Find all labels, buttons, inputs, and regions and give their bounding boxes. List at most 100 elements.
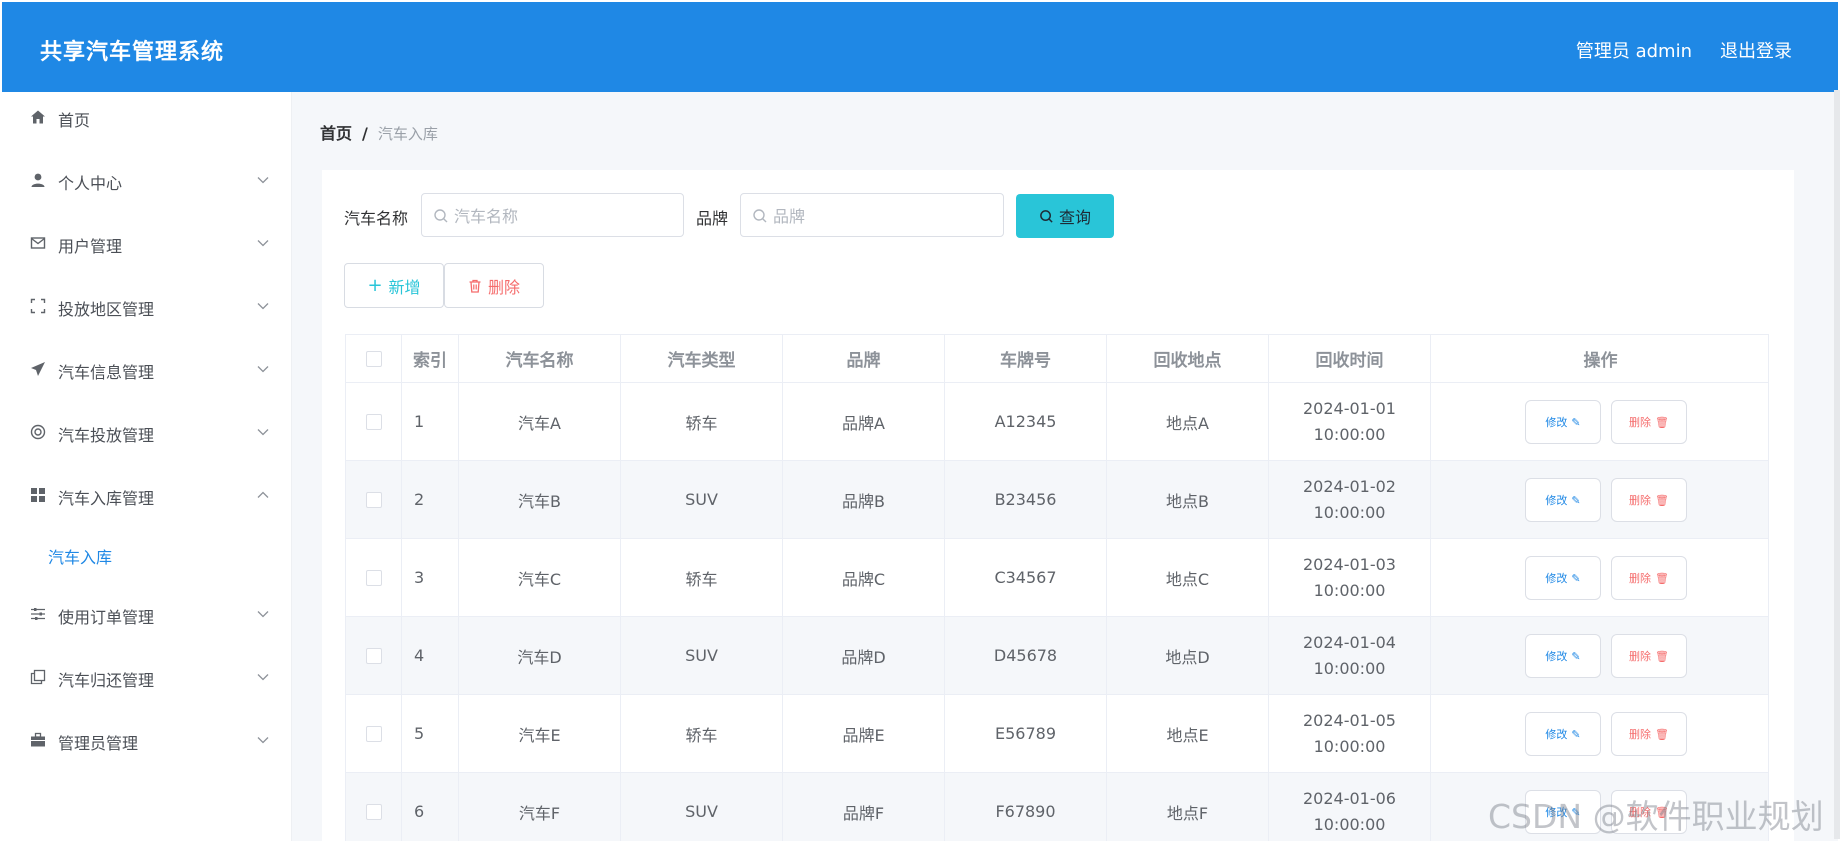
sidebar-item-label: 使用订单管理 bbox=[58, 608, 155, 627]
cell-index: 1 bbox=[402, 383, 459, 460]
grid-icon bbox=[29, 486, 47, 504]
sidebar-item-personal-center[interactable]: 个人中心 bbox=[2, 155, 292, 205]
row-checkbox[interactable] bbox=[365, 569, 382, 586]
chevron-down-icon bbox=[256, 669, 270, 683]
trash-icon: 🗑 bbox=[1655, 493, 1669, 507]
delete-button[interactable]: 删除 🗑 bbox=[1611, 400, 1687, 444]
column-header[interactable]: 回收时间 bbox=[1269, 335, 1431, 382]
select-all-cell bbox=[346, 335, 402, 382]
cell-location: 地点A bbox=[1107, 383, 1269, 460]
sidebar-item-car-info-management[interactable]: 汽车信息管理 bbox=[2, 344, 292, 394]
add-button[interactable]: + 新增 bbox=[344, 263, 444, 308]
row-checkbox[interactable] bbox=[365, 491, 382, 508]
edit-label: 修改 bbox=[1545, 650, 1568, 663]
sidebar-item-car-storage-management[interactable]: 汽车入库管理 bbox=[2, 470, 292, 520]
chevron-up-icon bbox=[256, 487, 270, 501]
search-button[interactable]: 查询 bbox=[1016, 194, 1114, 238]
edit-button[interactable]: 修改 ✎ bbox=[1525, 790, 1601, 834]
breadcrumb-home[interactable]: 首页 bbox=[320, 124, 352, 143]
sidebar-item-label: 投放地区管理 bbox=[58, 300, 155, 319]
cell-plate: F67890 bbox=[945, 773, 1107, 841]
edit-button[interactable]: 修改 ✎ bbox=[1525, 478, 1601, 522]
sidebar-item-home[interactable]: 首页 bbox=[2, 92, 292, 142]
sidebar-subitem-car-storage[interactable]: 汽车入库 bbox=[2, 532, 292, 576]
cell-name: 汽车E bbox=[459, 695, 621, 772]
sidebar: 首页 个人中心 用户管理 投放地区管理 汽车信息管理 汽车投放管理 汽车入库管理… bbox=[2, 92, 292, 841]
cell-name: 汽车C bbox=[459, 539, 621, 616]
column-header[interactable]: 车牌号 bbox=[945, 335, 1107, 382]
delete-button[interactable]: 删除 🗑 bbox=[1611, 556, 1687, 600]
cell-brand: 品牌A bbox=[783, 383, 945, 460]
cell-brand: 品牌E bbox=[783, 695, 945, 772]
brand-label: 品牌 bbox=[696, 209, 729, 228]
sidebar-item-label: 汽车归还管理 bbox=[58, 671, 155, 690]
sidebar-item-car-return-management[interactable]: 汽车归还管理 bbox=[2, 652, 292, 702]
table-header: 索引 汽车名称 汽车类型 品牌 车牌号 回收地点 回收时间 操作 bbox=[346, 335, 1768, 383]
sidebar-item-label: 汽车信息管理 bbox=[58, 363, 155, 382]
brand-field[interactable] bbox=[740, 193, 1004, 237]
cell-time: 2024-01-02 10:00:00 bbox=[1303, 476, 1396, 522]
row-checkbox[interactable] bbox=[365, 647, 382, 664]
edit-button[interactable]: 修改 ✎ bbox=[1525, 712, 1601, 756]
bulk-delete-button[interactable]: 删除 bbox=[444, 263, 544, 308]
row-checkbox[interactable] bbox=[365, 413, 382, 430]
user-icon bbox=[29, 171, 47, 189]
table-row: 1 汽车A 轿车 品牌A A12345 地点A 2024-01-01 10:00… bbox=[346, 383, 1768, 461]
edit-label: 修改 bbox=[1545, 572, 1568, 585]
car-name-input[interactable] bbox=[454, 204, 654, 228]
column-header[interactable]: 汽车名称 bbox=[459, 335, 621, 382]
sidebar-item-car-deployment-management[interactable]: 汽车投放管理 bbox=[2, 407, 292, 457]
edit-icon: ✎ bbox=[1571, 649, 1581, 663]
cell-actions: 修改 ✎ 删除 🗑 bbox=[1431, 773, 1768, 841]
delete-label: 删除 bbox=[1629, 494, 1652, 507]
column-header[interactable]: 汽车类型 bbox=[621, 335, 783, 382]
select-all-checkbox[interactable] bbox=[365, 350, 382, 367]
delete-button[interactable]: 删除 🗑 bbox=[1611, 712, 1687, 756]
sidebar-item-label: 汽车入库管理 bbox=[58, 489, 155, 508]
page-scrollbar[interactable] bbox=[1834, 90, 1840, 839]
edit-label: 修改 bbox=[1545, 806, 1568, 819]
sidebar-item-user-management[interactable]: 用户管理 bbox=[2, 218, 292, 268]
cell-actions: 修改 ✎ 删除 🗑 bbox=[1431, 539, 1768, 616]
brand-input[interactable] bbox=[773, 204, 973, 228]
breadcrumb: 首页 / 汽车入库 bbox=[320, 120, 438, 144]
edit-icon: ✎ bbox=[1571, 805, 1581, 819]
search-button-label: 查询 bbox=[1058, 208, 1091, 227]
edit-icon: ✎ bbox=[1571, 415, 1581, 429]
row-checkbox[interactable] bbox=[365, 725, 382, 742]
row-checkbox[interactable] bbox=[365, 803, 382, 820]
car-storage-table: 索引 汽车名称 汽车类型 品牌 车牌号 回收地点 回收时间 操作 1 汽车A 轿… bbox=[345, 334, 1769, 841]
edit-button[interactable]: 修改 ✎ bbox=[1525, 634, 1601, 678]
sidebar-item-order-management[interactable]: 使用订单管理 bbox=[2, 589, 292, 639]
cell-time: 2024-01-01 10:00:00 bbox=[1303, 398, 1396, 444]
chevron-down-icon bbox=[256, 606, 270, 620]
edit-button[interactable]: 修改 ✎ bbox=[1525, 556, 1601, 600]
sidebar-item-region-management[interactable]: 投放地区管理 bbox=[2, 281, 292, 331]
logout-link[interactable]: 退出登录 bbox=[1720, 37, 1792, 63]
edit-button[interactable]: 修改 ✎ bbox=[1525, 400, 1601, 444]
delete-button[interactable]: 删除 🗑 bbox=[1611, 790, 1687, 834]
column-header: 操作 bbox=[1583, 351, 1618, 371]
copy-icon bbox=[29, 668, 47, 686]
cell-index: 2 bbox=[402, 461, 459, 538]
car-name-field[interactable] bbox=[421, 193, 684, 237]
car-name-label: 汽车名称 bbox=[344, 209, 409, 228]
sidebar-subitem-label: 汽车入库 bbox=[48, 548, 113, 567]
app-title: 共享汽车管理系统 bbox=[40, 40, 225, 65]
column-header[interactable]: 索引 bbox=[402, 335, 459, 382]
edit-icon: ✎ bbox=[1571, 727, 1581, 741]
breadcrumb-separator: / bbox=[362, 124, 368, 143]
sidebar-item-admin-management[interactable]: 管理员管理 bbox=[2, 715, 292, 765]
delete-button[interactable]: 删除 🗑 bbox=[1611, 478, 1687, 522]
edit-icon: ✎ bbox=[1571, 571, 1581, 585]
cell-brand: 品牌C bbox=[783, 539, 945, 616]
column-header[interactable]: 回收地点 bbox=[1107, 335, 1269, 382]
fullscreen-icon bbox=[29, 297, 47, 315]
delete-button[interactable]: 删除 🗑 bbox=[1611, 634, 1687, 678]
edit-icon: ✎ bbox=[1571, 493, 1581, 507]
column-header[interactable]: 品牌 bbox=[783, 335, 945, 382]
sidebar-item-label: 管理员管理 bbox=[58, 734, 139, 753]
cell-plate: D45678 bbox=[945, 617, 1107, 694]
search-icon bbox=[752, 208, 768, 224]
cell-location: 地点F bbox=[1107, 773, 1269, 841]
